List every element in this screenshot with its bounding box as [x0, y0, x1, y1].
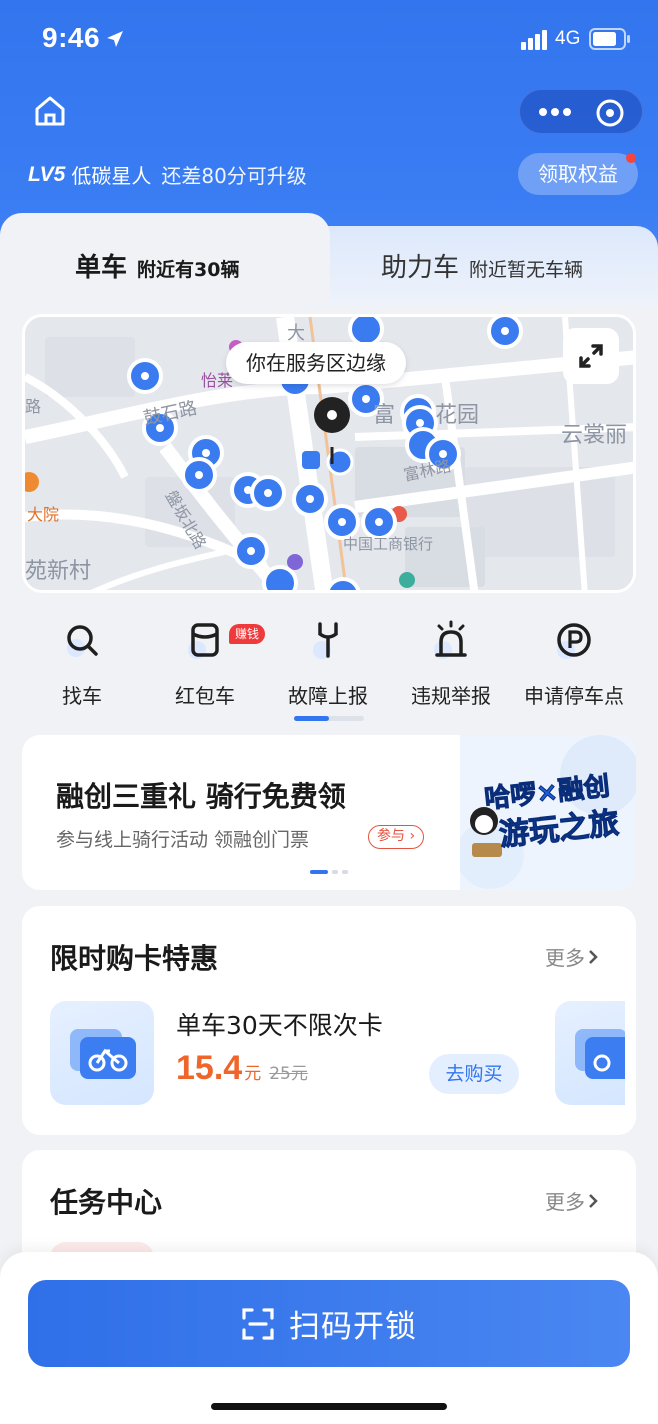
map-expand-button[interactable] — [563, 328, 619, 384]
banner-join-button[interactable]: 参与 › — [368, 825, 425, 849]
network-type: 4G — [555, 28, 581, 49]
task-center-more[interactable]: 更多 — [545, 1186, 601, 1215]
price-value: 15.4 — [176, 1049, 243, 1087]
map-label-garden: 花园 — [435, 403, 480, 428]
scan-icon — [242, 1307, 274, 1340]
banner-artwork: 哈啰×融创 游玩之旅 — [460, 735, 636, 890]
tab-bike-label[interactable]: 单车 附近有30辆 — [75, 247, 239, 284]
level-title: 低碳星人 — [71, 164, 152, 188]
tab-ebike-sub: 附近暂无车辆 — [469, 259, 584, 281]
action-report-fault[interactable]: 故障上报 — [268, 620, 388, 709]
action-apply-parking[interactable]: 申请停车点 — [514, 620, 634, 709]
map-label-village: 苑新村 — [25, 559, 92, 584]
search-icon — [67, 625, 98, 657]
action-report-fault-label: 故障上报 — [288, 684, 368, 708]
tab-ebike-label[interactable]: 助力车 附近暂无车辆 — [381, 247, 583, 284]
close-icon[interactable] — [595, 98, 625, 128]
more-icon[interactable] — [538, 103, 572, 121]
level-badge: LV5 — [28, 162, 66, 186]
chevron-right-icon — [589, 1193, 598, 1208]
task-center-title: 任务中心 — [50, 1186, 163, 1219]
card-promo-section: 限时购卡特惠 更多 单车30天不限次卡 15.4 元 25元 去购买 — [22, 906, 636, 1135]
task-center-more-label: 更多 — [545, 1190, 585, 1214]
action-find-bike[interactable]: 找车 — [22, 620, 142, 709]
action-report-violation-label: 违规举报 — [411, 684, 491, 708]
scan-unlock-button[interactable]: 扫码开锁 — [28, 1280, 630, 1367]
status-bar: 9:46 4G — [0, 0, 658, 80]
card-promo-more-label: 更多 — [545, 946, 585, 970]
scan-unlock-label: 扫码开锁 — [289, 1309, 417, 1345]
map-label-fu: 富 — [373, 403, 396, 428]
bike-card-icon-next — [575, 1029, 625, 1079]
banner-title: 融创三重礼 骑行免费领 — [56, 780, 346, 813]
chevron-right-icon — [589, 949, 598, 964]
product-name: 单车30天不限次卡 — [176, 1011, 383, 1040]
buy-button[interactable]: 去购买 — [429, 1054, 519, 1094]
service-area-bubble: 你在服务区边缘 — [226, 342, 406, 384]
parking-icon — [557, 623, 591, 659]
tab-bike-sub: 附近有30辆 — [137, 259, 240, 281]
actions-pager — [294, 716, 364, 721]
action-report-violation[interactable]: 违规举报 — [391, 620, 511, 709]
bike-card-icon — [70, 1029, 136, 1079]
product-card-image[interactable] — [50, 1001, 154, 1105]
map-label-bank: 中国工商银行 — [343, 535, 434, 553]
map-label-dayuan: 大院 — [27, 505, 60, 524]
banner-subtitle: 参与线上骑行活动 领融创门票 — [56, 829, 310, 851]
home-indicator — [211, 1403, 447, 1410]
mini-program-capsule — [519, 89, 643, 134]
alarm-icon — [434, 620, 467, 659]
location-arrow-icon — [107, 31, 123, 47]
notification-dot — [626, 153, 636, 163]
product-card-image-next[interactable] — [555, 1001, 625, 1105]
banner-dots — [310, 870, 348, 874]
price-original: 25元 — [269, 1064, 308, 1084]
map-label-yunshang: 云裳丽 — [561, 423, 628, 448]
earn-badge: 赚钱 — [229, 624, 266, 644]
card-promo-more[interactable]: 更多 — [545, 942, 601, 971]
product-price: 15.4 元 25元 — [176, 1049, 308, 1088]
claim-rights-button[interactable]: 领取权益 — [518, 153, 638, 195]
status-time: 9:46 — [42, 22, 101, 53]
map-label-lu: 路 — [25, 397, 42, 416]
tab-bike-title: 单车 — [75, 253, 128, 283]
action-apply-parking-label: 申请停车点 — [524, 684, 624, 708]
red-packet-icon — [188, 623, 219, 659]
home-icon[interactable] — [33, 94, 67, 128]
card-promo-title: 限时购卡特惠 — [50, 942, 219, 975]
user-level[interactable]: LV5 低碳星人 还差80分可升级 — [28, 160, 307, 189]
promo-banner[interactable]: 融创三重礼 骑行免费领 参与线上骑行活动 领融创门票 参与 › 哈啰×融创 游玩… — [22, 735, 636, 890]
tab-ebike-title: 助力车 — [381, 253, 460, 283]
battery-icon — [589, 28, 630, 50]
signal-icon — [521, 30, 547, 50]
level-tip: 还差80分可升级 — [161, 164, 307, 188]
price-unit: 元 — [244, 1064, 262, 1084]
action-find-bike-label: 找车 — [62, 684, 102, 708]
banner-join-label: 参与 — [377, 828, 405, 844]
action-red-packet-label: 红包车 — [175, 684, 235, 708]
expand-icon — [579, 344, 603, 368]
wrench-icon — [313, 622, 338, 659]
